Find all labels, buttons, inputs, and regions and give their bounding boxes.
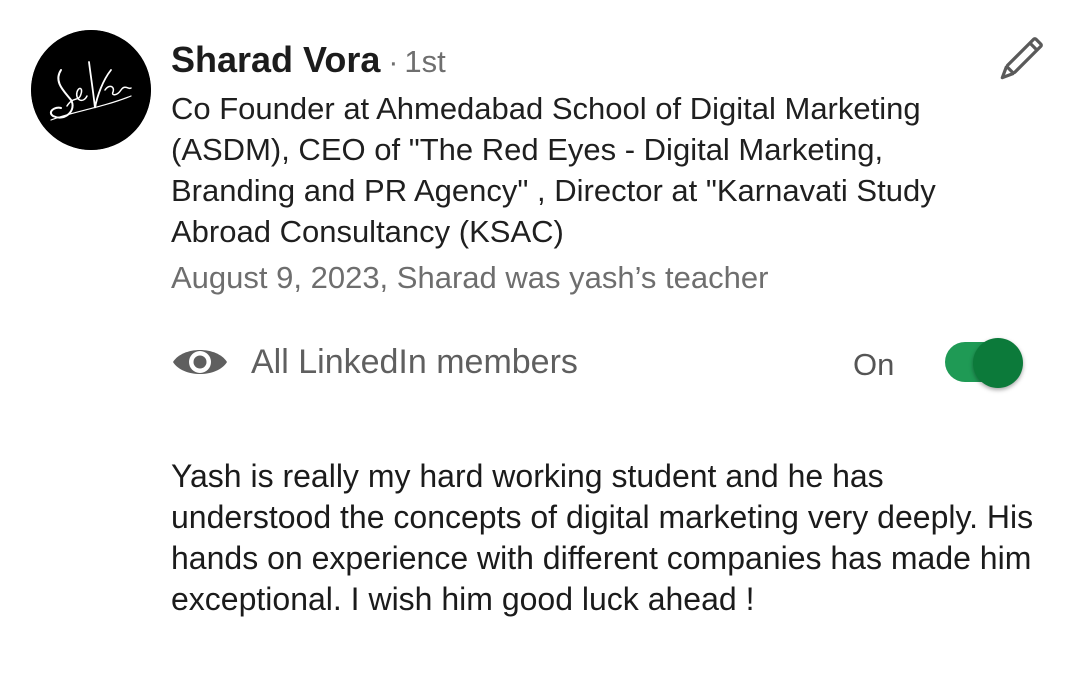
visibility-row: All LinkedIn members On: [171, 336, 1031, 388]
recommendation-card: Sharad Vora · 1st Co Founder at Ahmedabad …: [0, 0, 1080, 680]
pencil-icon: [1000, 37, 1043, 80]
toggle-knob: [973, 338, 1023, 388]
toggle-state-label: On: [853, 347, 895, 382]
edit-button[interactable]: [990, 30, 1050, 90]
recommender-headline: Co Founder at Ahmedabad School of Digita…: [171, 91, 936, 249]
connection-degree: 1st: [404, 44, 446, 79]
visibility-toggle[interactable]: [943, 338, 1027, 388]
name-row: Sharad Vora · 1st: [171, 36, 446, 92]
avatar[interactable]: [31, 30, 151, 150]
visibility-label: All LinkedIn members: [251, 343, 578, 381]
recommendation-text: Yash is really my hard working student a…: [171, 458, 1034, 617]
relationship-meta: August 9, 2023, Sharad was yash’s teache…: [171, 260, 769, 295]
eye-icon: [171, 342, 229, 382]
separator-dot: ·: [388, 46, 399, 79]
signature-logo: [31, 30, 151, 150]
recommender-name[interactable]: Sharad Vora: [171, 39, 380, 80]
